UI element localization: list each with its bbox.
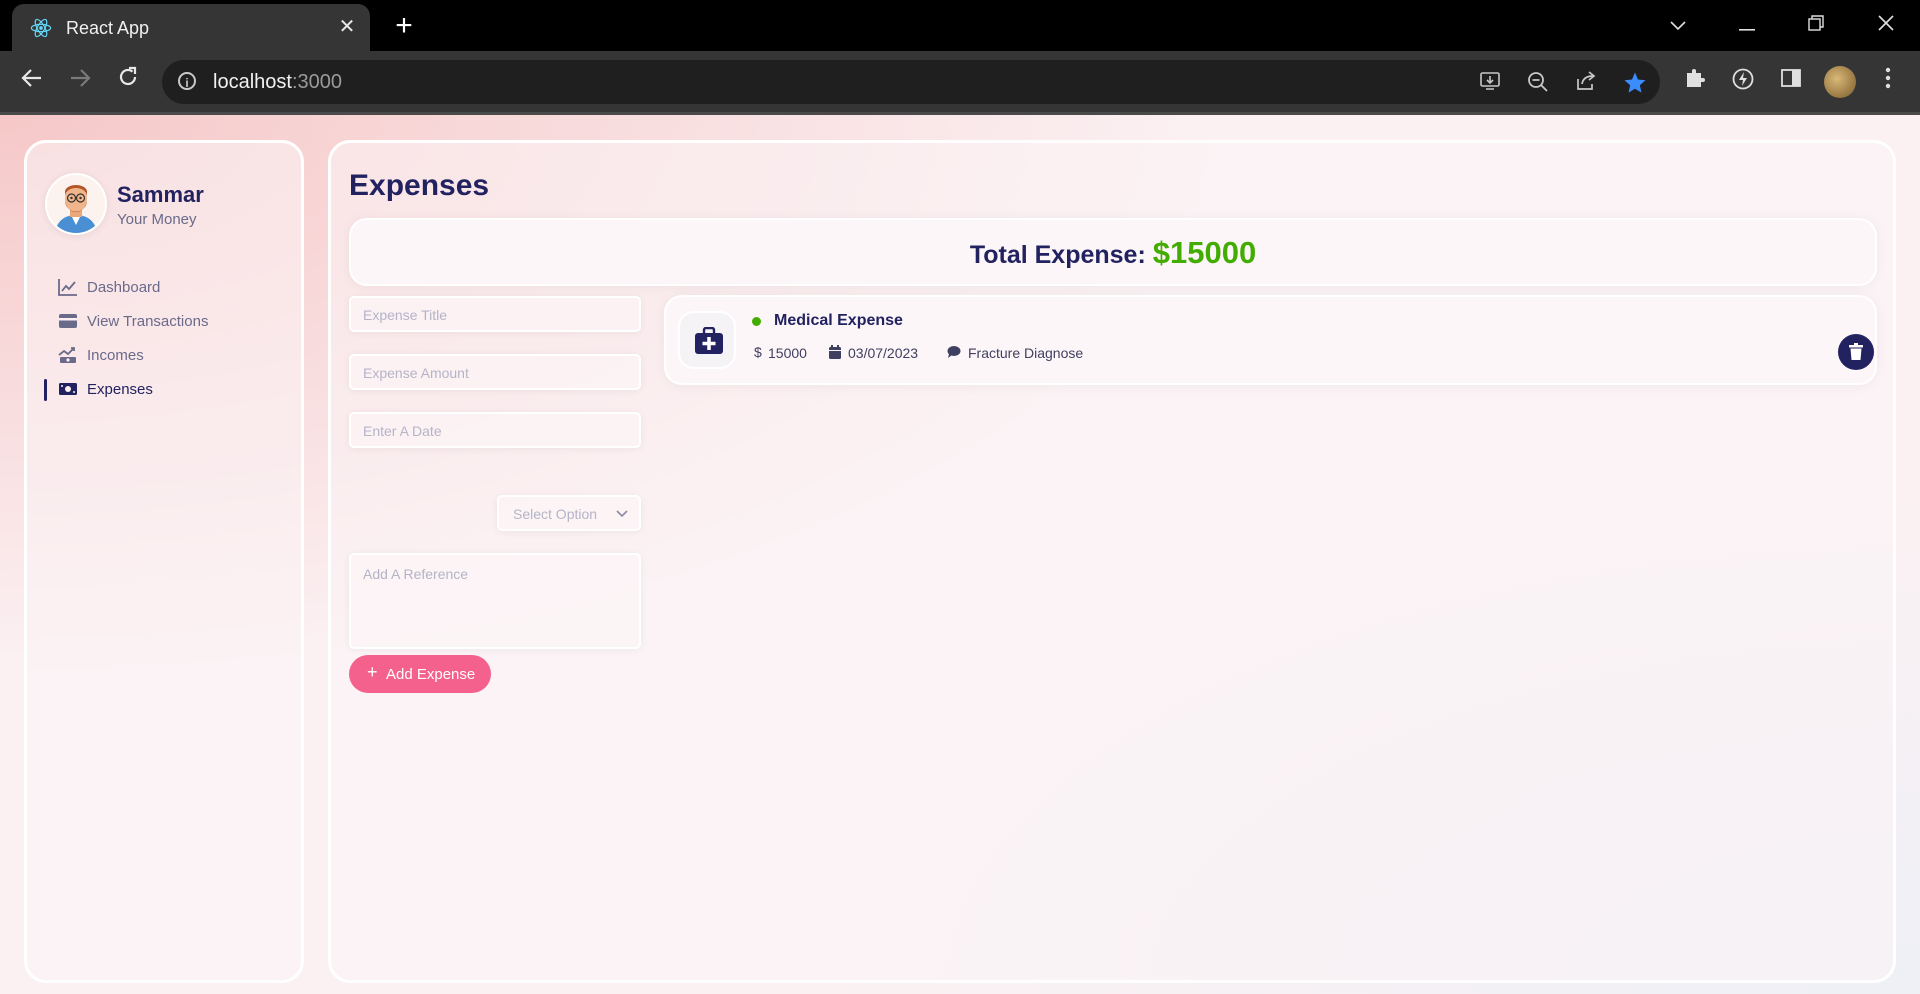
date-input[interactable]: Enter A Date — [349, 412, 641, 448]
total-expense-card: Total Expense: $15000 — [349, 218, 1877, 286]
sidebar-item-expenses[interactable]: Expenses — [27, 373, 301, 407]
expense-title: Medical Expense — [774, 312, 903, 329]
delete-expense-button[interactable] — [1838, 334, 1874, 370]
address-bar[interactable]: i localhost:3000 — [162, 60, 1660, 104]
add-expense-label: Add Expense — [386, 666, 476, 683]
bookmark-star-icon[interactable] — [1623, 71, 1647, 95]
page-title: Expenses — [349, 169, 490, 202]
reference-textarea[interactable]: Add A Reference — [349, 553, 641, 649]
total-expense-amount: $15000 — [1152, 235, 1257, 270]
browser-tab-active[interactable]: React App ✕ — [12, 4, 370, 51]
sidebar-menu: Dashboard View Transactions Incomes Expe… — [27, 271, 301, 407]
money-bill-icon — [59, 383, 77, 395]
url-host: localhost — [213, 71, 292, 93]
sidebar-item-label: Expenses — [87, 381, 153, 398]
user-avatar-icon — [55, 185, 97, 233]
status-dot — [752, 317, 761, 326]
react-logo-icon — [30, 18, 52, 38]
share-icon[interactable] — [1574, 71, 1598, 95]
credit-card-icon — [59, 314, 77, 328]
chart-line-icon — [58, 279, 77, 296]
back-icon[interactable] — [16, 65, 48, 97]
category-select-placeholder: Select Option — [513, 506, 598, 522]
browser-tab-bar: React App ✕ + — [0, 0, 1920, 51]
total-expense-text: Total Expense: $15000 — [970, 235, 1256, 271]
add-expense-button[interactable]: + Add Expense — [349, 655, 491, 693]
tab-search-chevron-icon[interactable] — [1660, 10, 1696, 40]
user-avatar — [45, 173, 107, 235]
user-name: Sammar — [117, 182, 204, 207]
performance-bolt-icon[interactable] — [1729, 67, 1757, 95]
dollar-icon: $ — [754, 344, 762, 360]
trash-icon — [1849, 343, 1863, 360]
sidebar: Sammar Your Money Dashboard View Transac… — [24, 140, 304, 983]
close-window-icon[interactable] — [1868, 10, 1904, 40]
date-placeholder: Enter A Date — [363, 423, 442, 439]
new-tab-icon[interactable]: + — [390, 11, 418, 41]
tab-close-icon[interactable]: ✕ — [336, 16, 358, 38]
profile-avatar-icon[interactable] — [1824, 66, 1856, 98]
reference-placeholder: Add A Reference — [363, 566, 469, 582]
tab-title: React App — [66, 18, 150, 38]
side-panel-icon[interactable] — [1777, 67, 1805, 95]
browser-toolbar: i localhost:3000 — [0, 51, 1920, 112]
forward-icon[interactable] — [64, 65, 96, 97]
comment-icon — [947, 346, 961, 358]
zoom-out-icon[interactable] — [1526, 71, 1550, 95]
expense-date: 03/07/2023 — [848, 345, 919, 361]
site-info-icon[interactable]: i — [178, 72, 196, 90]
app-page: Sammar Your Money Dashboard View Transac… — [0, 115, 1920, 994]
sidebar-item-dashboard[interactable]: Dashboard — [27, 271, 301, 305]
minimize-icon[interactable] — [1729, 10, 1765, 40]
restore-icon[interactable] — [1798, 10, 1834, 40]
expense-amount-placeholder: Expense Amount — [363, 365, 469, 381]
chevron-down-icon — [616, 510, 628, 518]
main-panel: Expenses Total Expense: $15000 Expense T… — [328, 140, 1896, 983]
sidebar-item-incomes[interactable]: Incomes — [27, 339, 301, 373]
medical-kit-icon — [695, 327, 723, 354]
svg-text:$: $ — [754, 344, 762, 360]
expense-amount: 15000 — [768, 345, 807, 361]
user-subtitle: Your Money — [117, 211, 197, 228]
calendar-icon — [829, 345, 841, 359]
sidebar-item-label: Incomes — [87, 347, 144, 364]
sidebar-item-label: Dashboard — [87, 279, 161, 296]
expense-amount-input[interactable]: Expense Amount — [349, 354, 641, 390]
install-app-icon[interactable] — [1478, 71, 1502, 95]
plus-icon: + — [367, 662, 378, 682]
expense-description: Fracture Diagnose — [968, 345, 1084, 361]
active-indicator — [44, 379, 47, 401]
category-select[interactable]: Select Option — [497, 495, 641, 531]
extensions-puzzle-icon[interactable] — [1681, 67, 1709, 95]
expense-title-placeholder: Expense Title — [363, 307, 448, 323]
expense-category-icon-box — [678, 311, 736, 369]
reload-icon[interactable] — [112, 65, 144, 97]
url-port: :3000 — [291, 71, 342, 93]
url-text[interactable]: localhost:3000 — [213, 71, 342, 94]
expense-list-item: Medical Expense $ 15000 03/07/2023 Fract… — [664, 295, 1877, 385]
expense-title-input[interactable]: Expense Title — [349, 296, 641, 332]
sidebar-item-label: View Transactions — [87, 313, 209, 330]
sidebar-item-view-transactions[interactable]: View Transactions — [27, 305, 301, 339]
total-expense-label: Total Expense: — [969, 241, 1146, 269]
money-trend-icon — [58, 347, 76, 363]
more-menu-icon[interactable] — [1874, 67, 1902, 95]
